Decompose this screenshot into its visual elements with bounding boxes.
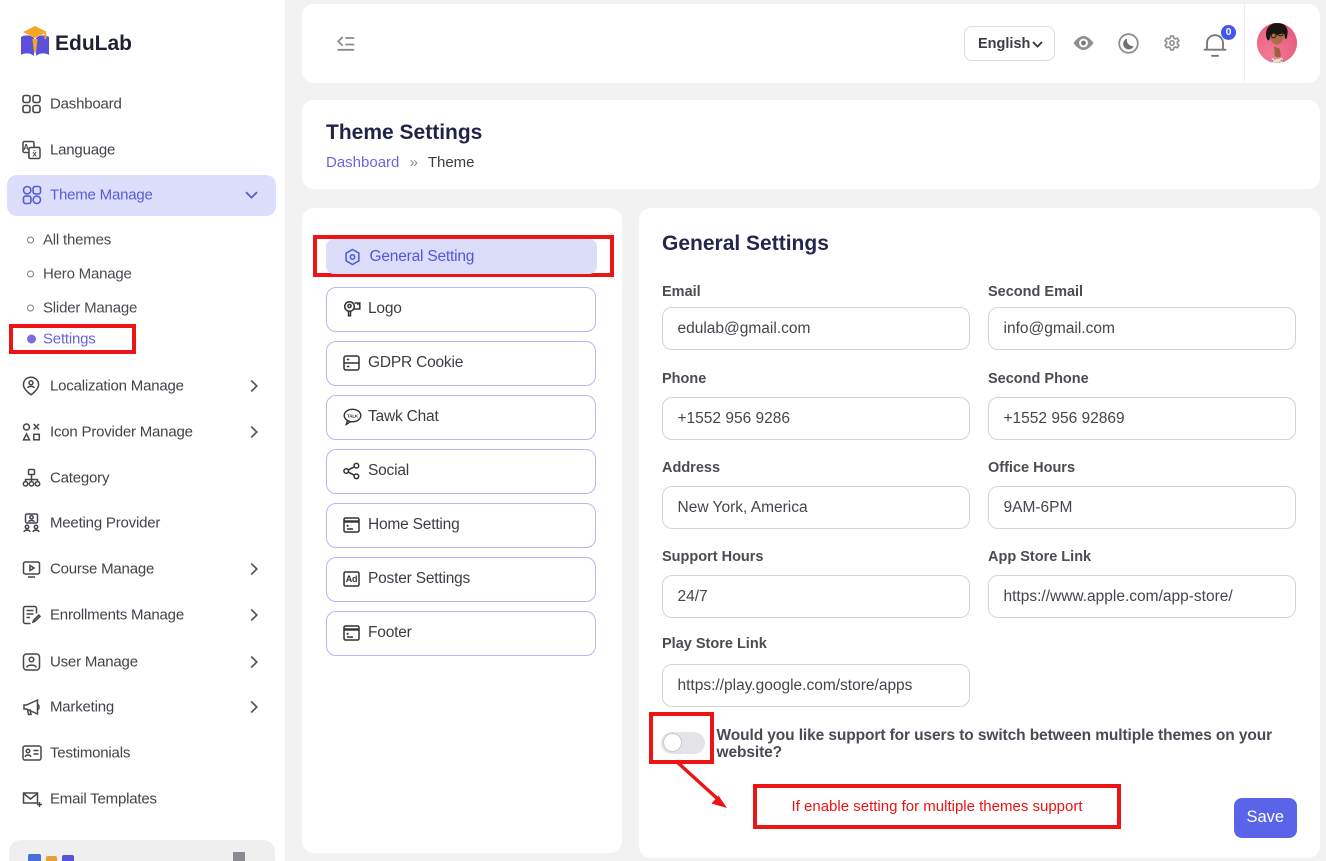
- svg-text:A: A: [23, 143, 29, 152]
- svg-text:TALK: TALK: [347, 414, 359, 419]
- svg-text:Ad: Ad: [346, 574, 358, 584]
